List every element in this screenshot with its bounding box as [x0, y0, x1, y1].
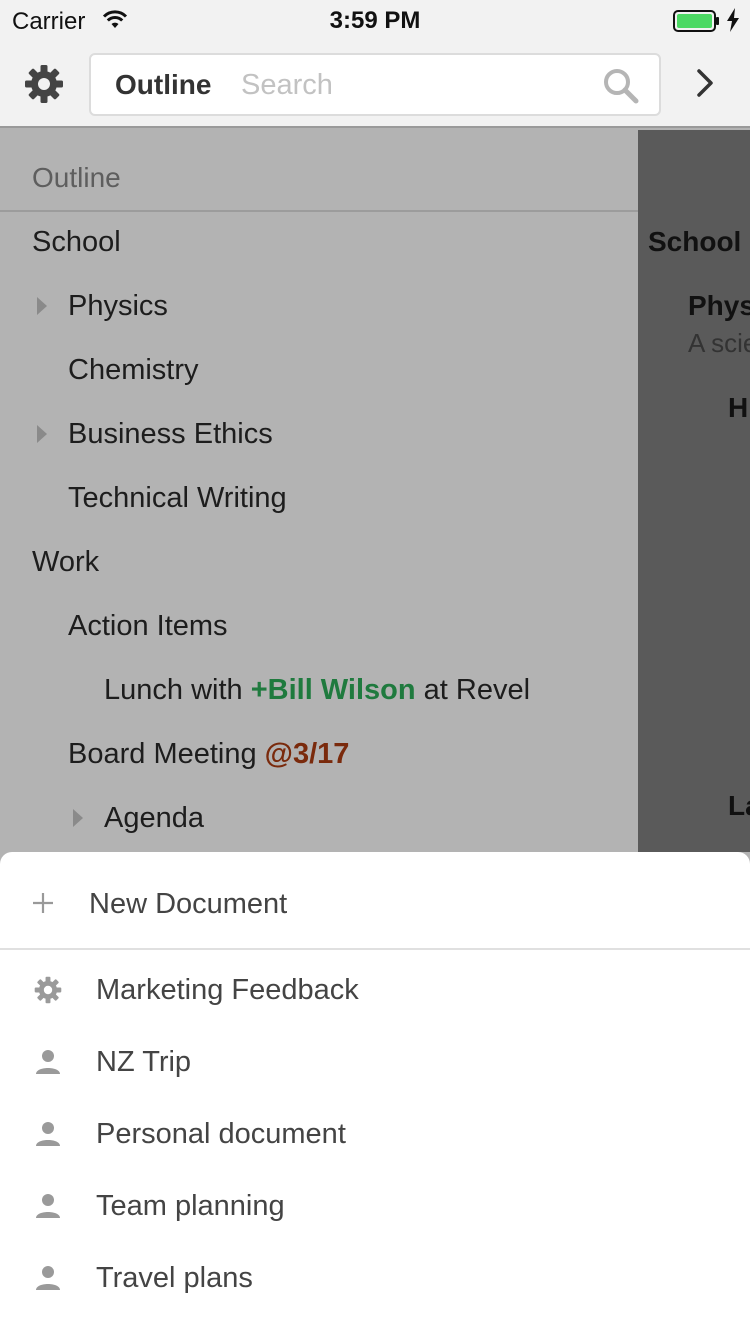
outline-row-business-ethics[interactable]: Business Ethics [68, 418, 273, 451]
outline-row-technical-writing[interactable]: Technical Writing [68, 482, 287, 515]
document-item-nz-trip[interactable]: NZ Trip [0, 1030, 750, 1102]
outline-row-board-meeting[interactable]: Board Meeting @3/17 [68, 738, 349, 771]
outline-row-action-items[interactable]: Action Items [68, 610, 228, 643]
preview-item: H [728, 392, 749, 423]
disclosure-triangle-icon[interactable] [37, 297, 47, 315]
disclosure-triangle-icon[interactable] [73, 809, 83, 827]
preview-description: A scie [688, 328, 750, 358]
document-item-team-planning[interactable]: Team planning [0, 1174, 750, 1246]
new-document-button[interactable]: New Document [0, 852, 750, 948]
preview-subtitle: Phys [688, 290, 750, 321]
clock: 3:59 PM [329, 7, 421, 34]
document-label: Marketing Feedback [96, 974, 359, 1006]
outline-row-physics[interactable]: Physics [68, 290, 168, 323]
search-icon[interactable] [603, 68, 639, 109]
outline-row-school[interactable]: School [32, 226, 121, 259]
outline-row-lunch[interactable]: Lunch with +Bill Wilson at Revel [104, 674, 530, 707]
outline-panel: Outline School Physics Chemistry Busines… [0, 130, 638, 852]
search-bar[interactable]: Outline [89, 53, 661, 116]
person-icon [34, 1048, 62, 1081]
status-bar: Carrier 3:59 PM [0, 0, 750, 40]
document-preview[interactable]: School Phys A scie H La [638, 130, 750, 852]
settings-gear-icon[interactable] [24, 64, 64, 104]
search-input[interactable] [241, 65, 581, 105]
document-label: Personal document [96, 1118, 346, 1150]
document-item-travel-plans[interactable]: Travel plans [0, 1246, 750, 1318]
chevron-right-icon[interactable] [694, 68, 716, 103]
preview-title: School [648, 226, 742, 257]
battery-icon [673, 10, 721, 37]
gear-icon [34, 976, 62, 1009]
person-icon [34, 1192, 62, 1225]
search-scope-label[interactable]: Outline [115, 69, 211, 101]
documents-sheet: New Document Marketing Feedback NZ Trip … [0, 852, 750, 1334]
plus-icon [32, 892, 54, 919]
charging-icon [726, 8, 740, 37]
date-tag[interactable]: @3/17 [265, 738, 350, 770]
new-document-label: New Document [89, 888, 288, 920]
contact-mention[interactable]: +Bill Wilson [251, 674, 416, 706]
document-label: NZ Trip [96, 1046, 192, 1078]
row-text: Board Meeting [68, 738, 265, 770]
divider [0, 210, 638, 212]
document-item-marketing-feedback[interactable]: Marketing Feedback [0, 958, 750, 1030]
toolbar: Outline [0, 40, 750, 128]
document-label: Team planning [96, 1190, 285, 1222]
outline-row-agenda[interactable]: Agenda [104, 802, 204, 835]
outline-heading: Outline [32, 162, 121, 193]
outline-row-chemistry[interactable]: Chemistry [68, 354, 199, 387]
outline-row-work[interactable]: Work [32, 546, 99, 579]
disclosure-triangle-icon[interactable] [37, 425, 47, 443]
row-text: at Revel [415, 674, 531, 706]
divider [0, 948, 750, 950]
person-icon [34, 1120, 62, 1153]
document-label: Travel plans [96, 1262, 253, 1294]
row-text: Lunch with [104, 674, 251, 706]
preview-item: La [728, 790, 750, 821]
document-item-personal-document[interactable]: Personal document [0, 1102, 750, 1174]
person-icon [34, 1264, 62, 1297]
